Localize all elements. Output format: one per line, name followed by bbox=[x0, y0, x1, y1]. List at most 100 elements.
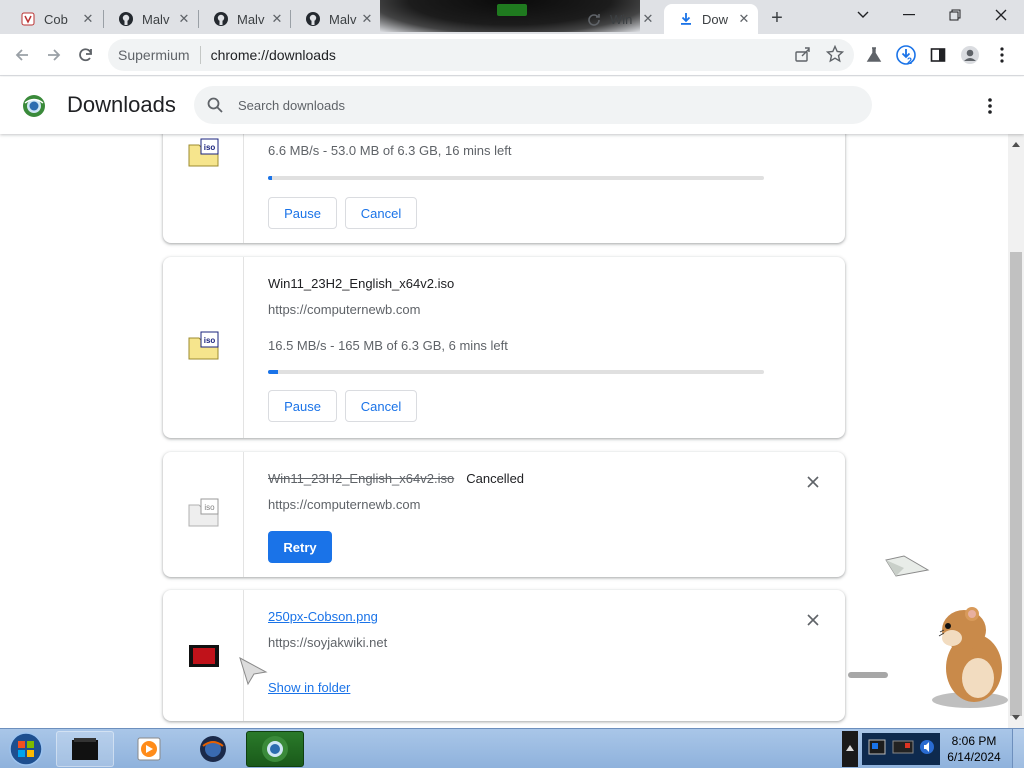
image-file-icon bbox=[188, 640, 220, 672]
cancelled-status: Cancelled bbox=[466, 471, 525, 486]
volume-icon[interactable] bbox=[919, 739, 935, 760]
iso-file-icon-greyed: iso bbox=[188, 497, 220, 529]
remove-item-icon[interactable] bbox=[803, 472, 823, 492]
download-item-cancelled: iso Win11_23H2_English_x64v2.iso Cancelle… bbox=[163, 452, 845, 577]
download-count-badge: 2 bbox=[907, 56, 913, 66]
close-window-button[interactable] bbox=[978, 0, 1024, 30]
downloads-toolbar-button[interactable]: 2 bbox=[894, 43, 918, 67]
download-progress-bar bbox=[268, 176, 764, 180]
start-button[interactable] bbox=[4, 731, 48, 767]
taskbar-app-firefox[interactable] bbox=[184, 731, 242, 767]
tab-cobson[interactable]: Cob ✕ bbox=[6, 4, 102, 34]
file-source-url: https://soyjakwiki.net bbox=[268, 635, 388, 650]
taskbar-app-supermium[interactable] bbox=[246, 731, 304, 767]
tab-close-icon[interactable]: ✕ bbox=[269, 11, 285, 27]
tab-title: Win bbox=[610, 11, 633, 27]
download-progress-bar bbox=[268, 370, 764, 374]
scroll-down-arrow-icon[interactable] bbox=[1008, 710, 1024, 726]
retry-button[interactable]: Retry bbox=[268, 531, 332, 563]
shadow-overlay bbox=[848, 672, 888, 678]
url-text[interactable]: chrome://downloads bbox=[211, 47, 336, 63]
show-in-folder-link[interactable]: Show in folder bbox=[268, 680, 350, 695]
taskbar-app-terminal[interactable] bbox=[56, 731, 114, 767]
browser-toolbar: Supermium chrome://downloads 2 bbox=[0, 34, 1024, 76]
tab-close-icon[interactable]: ✕ bbox=[736, 11, 752, 27]
svg-text:iso: iso bbox=[204, 143, 216, 152]
minimize-button[interactable] bbox=[886, 0, 932, 30]
search-icon bbox=[206, 96, 224, 114]
browser-logo-icon bbox=[22, 94, 46, 118]
reload-button[interactable] bbox=[73, 42, 99, 68]
tab-close-icon[interactable]: ✕ bbox=[359, 11, 375, 27]
iso-file-icon: iso bbox=[188, 330, 220, 362]
cancel-button[interactable]: Cancel bbox=[345, 197, 417, 229]
github-icon bbox=[305, 11, 321, 27]
downloads-list: iso 6.6 MB/s - 53.0 MB of 6.3 GB, 16 min… bbox=[0, 134, 1008, 728]
remove-item-icon[interactable] bbox=[803, 610, 823, 630]
download-status: 6.6 MB/s - 53.0 MB of 6.3 GB, 16 mins le… bbox=[268, 143, 512, 158]
pause-button[interactable]: Pause bbox=[268, 390, 337, 422]
forward-button[interactable] bbox=[41, 42, 67, 68]
iso-file-icon: iso bbox=[188, 137, 220, 169]
share-icon[interactable] bbox=[794, 45, 812, 66]
tray-app-icon[interactable] bbox=[867, 737, 887, 762]
svg-text:iso: iso bbox=[204, 503, 215, 512]
more-actions-icon[interactable] bbox=[978, 94, 1002, 118]
tab-malv-3[interactable]: Malv ✕ bbox=[291, 4, 381, 34]
clock-time: 8:06 PM bbox=[951, 734, 997, 748]
profile-avatar-icon[interactable] bbox=[958, 43, 982, 67]
tray-overflow-icon[interactable] bbox=[842, 731, 858, 767]
address-bar[interactable]: Supermium chrome://downloads bbox=[108, 39, 854, 71]
search-input[interactable] bbox=[238, 86, 838, 124]
tab-title: Cob bbox=[44, 11, 68, 27]
notification-area bbox=[862, 733, 940, 765]
github-icon bbox=[118, 11, 134, 27]
system-clock[interactable]: 8:06 PM 6/14/2024 bbox=[940, 733, 1008, 765]
file-icon-column: iso bbox=[163, 257, 244, 438]
tab-close-icon[interactable]: ✕ bbox=[176, 11, 192, 27]
tab-malv-1[interactable]: Malv ✕ bbox=[104, 4, 198, 34]
overlay-object bbox=[497, 4, 527, 16]
pause-button[interactable]: Pause bbox=[268, 197, 337, 229]
scroll-up-arrow-icon[interactable] bbox=[1008, 136, 1024, 152]
file-icon-column: iso bbox=[163, 134, 244, 243]
file-source-url: https://computernewb.com bbox=[268, 497, 421, 512]
file-name-link[interactable]: 250px-Cobson.png bbox=[268, 609, 378, 624]
tab-close-icon[interactable]: ✕ bbox=[80, 11, 96, 27]
back-button[interactable] bbox=[9, 42, 35, 68]
tab-downloads[interactable]: Dow ✕ bbox=[664, 4, 758, 34]
tab-win[interactable]: Win ✕ bbox=[572, 4, 662, 34]
download-icon bbox=[678, 11, 694, 27]
site-chip[interactable]: Supermium bbox=[118, 46, 201, 64]
download-item-active-2: iso Win11_23H2_English_x64v2.iso https:/… bbox=[163, 257, 845, 438]
file-icon-column: iso bbox=[163, 452, 244, 577]
clock-date: 6/14/2024 bbox=[947, 750, 1001, 764]
screen: Cob ✕ Malv ✕ Malv ✕ Malv ✕ Win ✕ Dow ✕ +… bbox=[0, 0, 1024, 768]
browser-menu-icon[interactable] bbox=[990, 43, 1014, 67]
tab-malv-2[interactable]: Malv ✕ bbox=[199, 4, 291, 34]
tab-search-chevron-icon[interactable] bbox=[840, 0, 886, 30]
labs-flask-icon[interactable] bbox=[862, 43, 886, 67]
download-status: 16.5 MB/s - 165 MB of 6.3 GB, 6 mins lef… bbox=[268, 338, 508, 353]
tray-device-icon[interactable] bbox=[891, 737, 915, 762]
soyjak-favicon-icon bbox=[20, 11, 36, 27]
side-panel-icon[interactable] bbox=[926, 43, 950, 67]
tab-close-icon[interactable]: ✕ bbox=[640, 11, 656, 27]
mouse-cursor-icon bbox=[238, 656, 268, 686]
tab-title: Dow bbox=[702, 11, 729, 27]
search-box[interactable] bbox=[194, 86, 872, 124]
restore-button[interactable] bbox=[932, 0, 978, 30]
cancel-button[interactable]: Cancel bbox=[345, 390, 417, 422]
new-tab-button[interactable]: + bbox=[764, 6, 790, 30]
tab-strip: Cob ✕ Malv ✕ Malv ✕ Malv ✕ Win ✕ Dow ✕ + bbox=[0, 0, 1024, 34]
tab-title: Malv bbox=[237, 11, 265, 27]
file-name[interactable]: Win11_23H2_English_x64v2.iso bbox=[268, 276, 454, 291]
downloads-header: Downloads bbox=[0, 77, 1024, 134]
taskbar-app-media-player[interactable] bbox=[120, 731, 178, 767]
file-icon-column bbox=[163, 590, 244, 721]
tab-title: Malv bbox=[329, 11, 357, 27]
bookmark-star-icon[interactable] bbox=[825, 44, 845, 66]
show-desktop-button[interactable] bbox=[1012, 729, 1024, 768]
progress-fill bbox=[268, 370, 278, 374]
download-item-active-1: iso 6.6 MB/s - 53.0 MB of 6.3 GB, 16 min… bbox=[163, 134, 845, 243]
